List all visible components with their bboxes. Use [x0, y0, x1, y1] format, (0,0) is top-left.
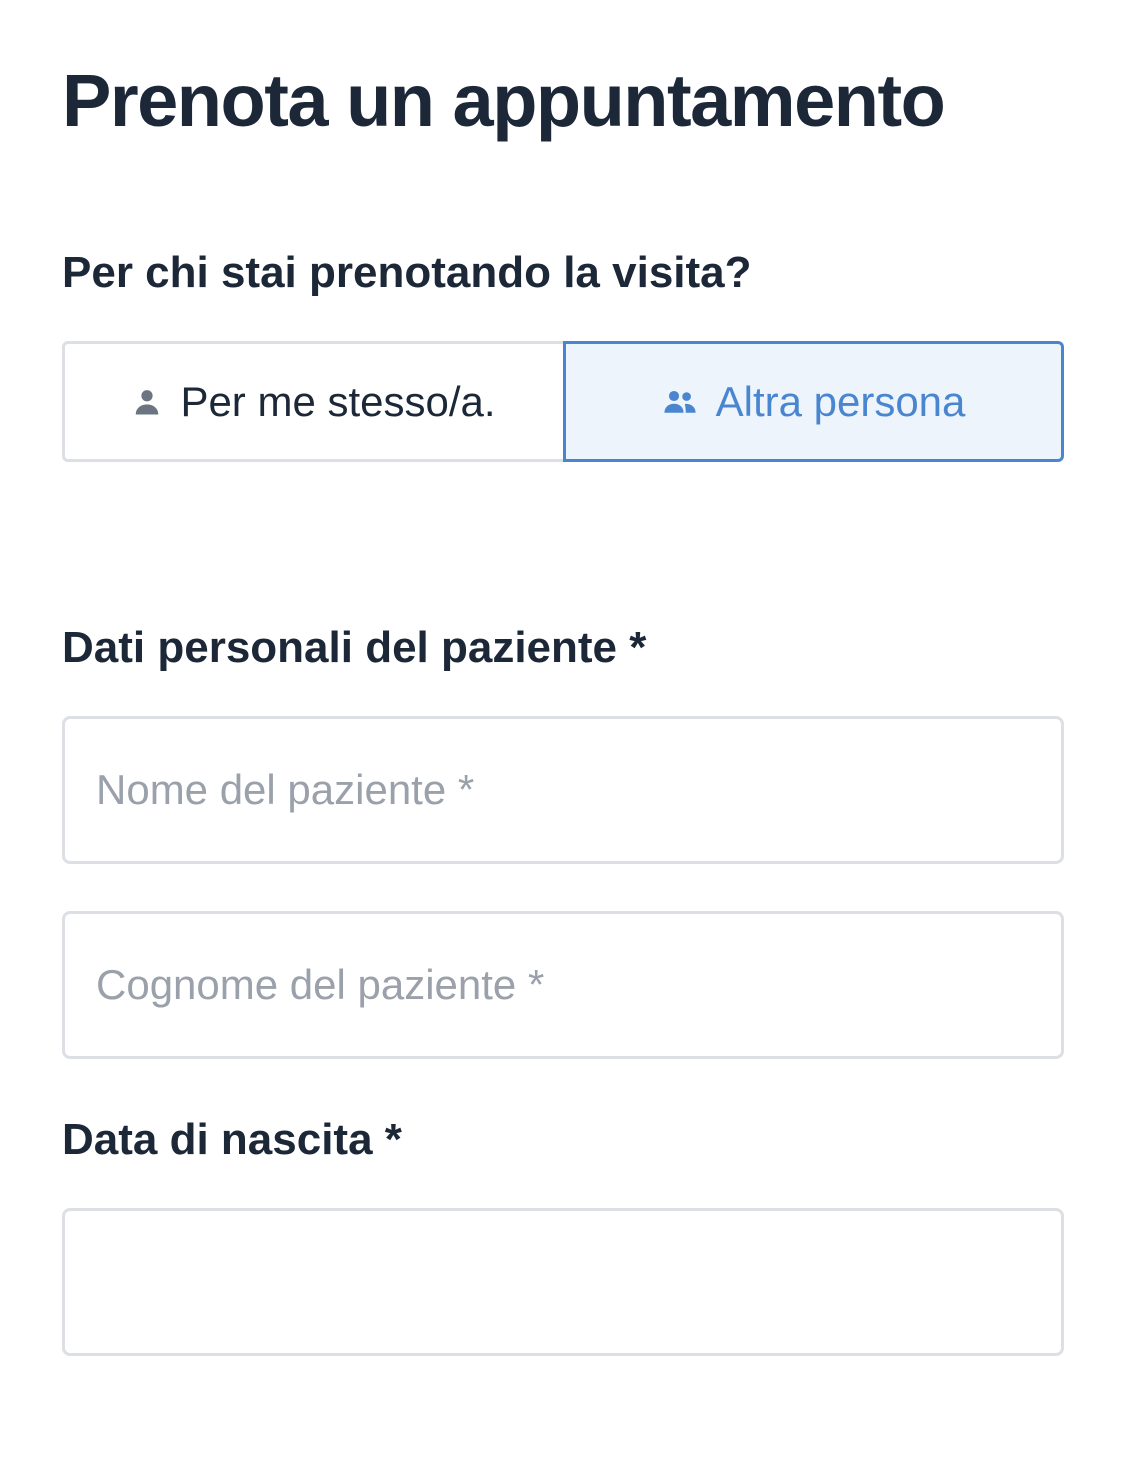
option-myself-button[interactable]: Per me stesso/a. — [62, 341, 563, 462]
people-icon — [662, 387, 698, 417]
birth-date-label: Data di nascita * — [62, 1115, 402, 1164]
patient-first-name-field — [62, 716, 1064, 864]
patient-last-name-input[interactable] — [96, 914, 1061, 1056]
birth-date-field — [62, 1208, 1064, 1356]
booking-for-question: Per chi stai prenotando la visita? — [62, 248, 752, 297]
patient-first-name-input[interactable] — [96, 719, 1061, 861]
patient-data-label: Dati personali del paziente * — [62, 623, 647, 672]
option-other-person-button[interactable]: Altra persona — [563, 341, 1064, 462]
birth-date-input[interactable] — [96, 1211, 1061, 1353]
patient-last-name-field — [62, 911, 1064, 1059]
person-icon — [132, 387, 162, 417]
option-myself-label: Per me stesso/a. — [180, 377, 496, 425]
page-title: Prenota un appuntamento — [62, 59, 946, 142]
booking-for-toggle: Per me stesso/a. Altra persona — [62, 341, 1064, 462]
option-other-person-label: Altra persona — [715, 377, 966, 425]
